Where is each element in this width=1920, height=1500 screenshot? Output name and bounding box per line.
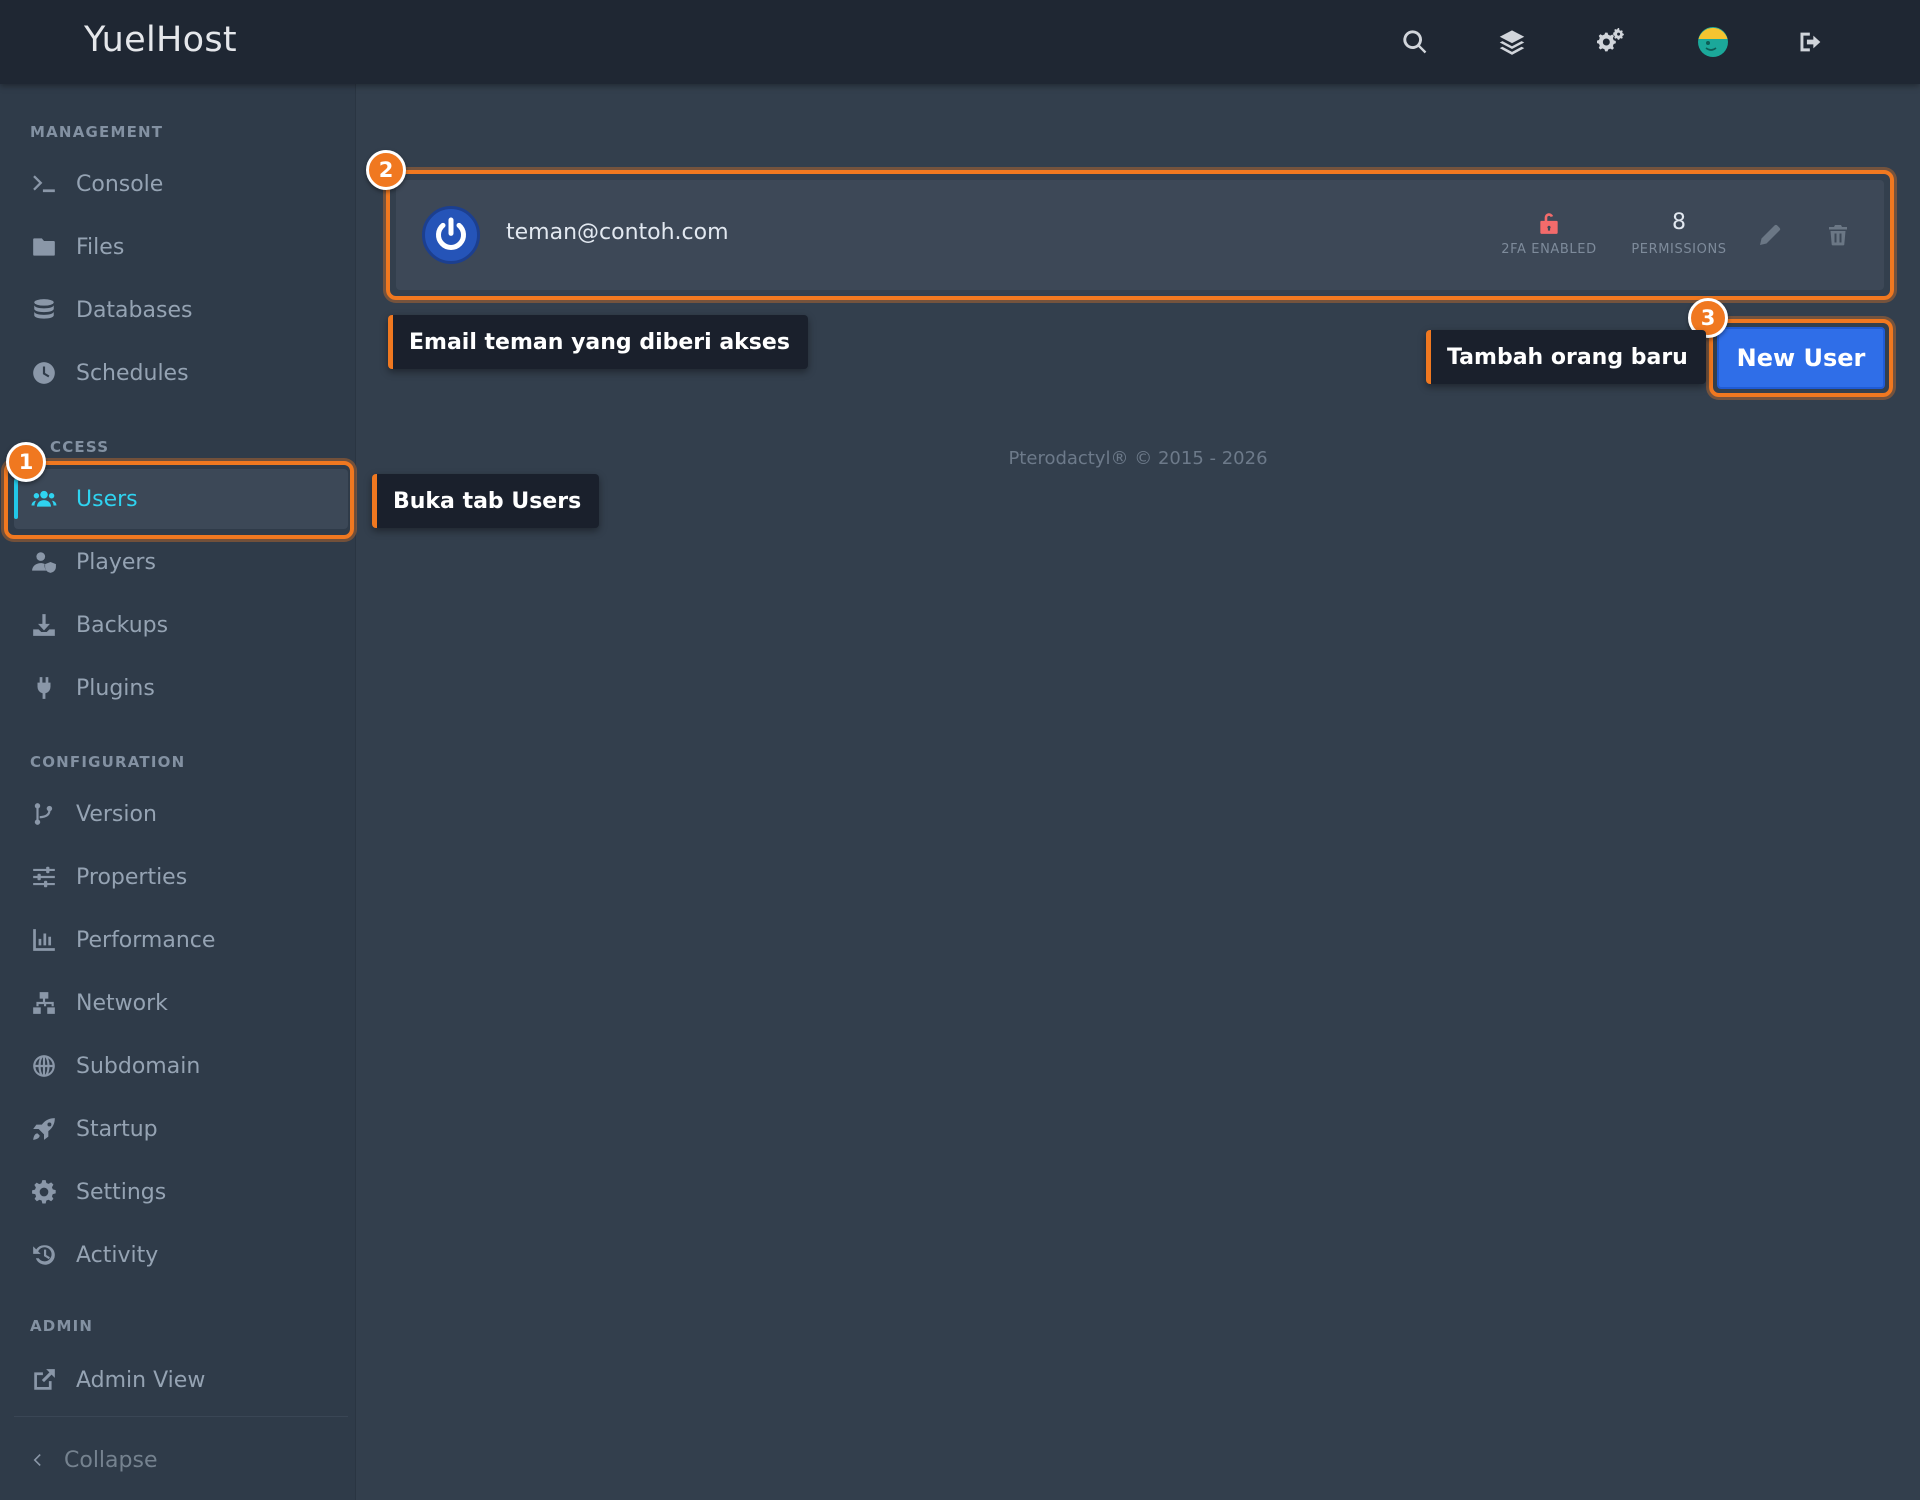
globe-icon xyxy=(30,1052,58,1080)
top-bar: YuelHost xyxy=(0,0,1920,84)
sidebar-item-backups[interactable]: Backups xyxy=(14,595,348,655)
tooltip-step-3: Tambah orang baru xyxy=(1426,330,1706,384)
power-icon xyxy=(436,217,466,250)
sidebar-item-players[interactable]: Players xyxy=(14,532,348,592)
permissions-stat: 8 PERMISSIONS xyxy=(1619,210,1739,257)
sidebar-item-files[interactable]: Files xyxy=(14,217,348,277)
sidebar-item-label: Settings xyxy=(76,1179,167,1205)
sidebar-item-subdomain[interactable]: Subdomain xyxy=(14,1036,348,1096)
sidebar-item-label: Players xyxy=(76,549,156,575)
sidebar-item-label: Activity xyxy=(76,1242,159,1268)
sidebar-item-network[interactable]: Network xyxy=(14,973,348,1033)
sidebar-item-label: Schedules xyxy=(76,360,189,386)
tooltip-step-2: Email teman yang diberi akses xyxy=(388,315,808,369)
sidebar-item-label: Databases xyxy=(76,297,193,323)
sidebar-item-label: Files xyxy=(76,234,125,260)
pencil-icon xyxy=(1760,224,1781,245)
sidebar-item-label: Plugins xyxy=(76,675,155,701)
network-icon xyxy=(30,989,58,1017)
sidebar-item-version[interactable]: Version xyxy=(14,784,348,844)
sidebar-item-label: Properties xyxy=(76,864,188,890)
step-badge-2: 2 xyxy=(366,150,406,190)
sidebar-item-label: Users xyxy=(76,486,138,512)
download-icon xyxy=(30,611,58,639)
section-management: MANAGEMENT xyxy=(30,123,164,141)
gear-icon xyxy=(30,1178,58,1206)
sidebar-item-settings[interactable]: Settings xyxy=(14,1162,348,1222)
history-icon xyxy=(30,1241,58,1269)
clock-icon xyxy=(30,359,58,387)
terminal-icon xyxy=(30,170,58,198)
sidebar-item-label: Version xyxy=(76,801,157,827)
sidebar-item-label: Backups xyxy=(76,612,169,638)
branch-icon xyxy=(30,800,58,828)
search-icon[interactable] xyxy=(1397,24,1433,60)
sliders-icon xyxy=(30,863,58,891)
sidebar-item-label: Performance xyxy=(76,927,216,953)
collapse-label: Collapse xyxy=(64,1447,158,1473)
footer-copyright: Pterodactyl® © 2015 - 2026 xyxy=(1008,448,1268,469)
sidebar-item-label: Subdomain xyxy=(76,1053,201,1079)
twofa-label: 2FA ENABLED xyxy=(1501,242,1597,257)
sidebar-collapse-button[interactable]: Collapse xyxy=(14,1430,348,1490)
sidebar-item-label: Network xyxy=(76,990,168,1016)
subuser-row[interactable]: teman@contoh.com 2FA ENABLED 8 PERMISSIO… xyxy=(396,180,1884,290)
plug-icon xyxy=(30,674,58,702)
delete-user-button[interactable] xyxy=(1821,218,1855,252)
sidebar-item-console[interactable]: Console xyxy=(14,154,348,214)
permissions-count: 8 xyxy=(1672,210,1686,235)
section-admin: ADMIN xyxy=(30,1317,94,1335)
sidebar-item-label: Console xyxy=(76,171,164,197)
permissions-label: PERMISSIONS xyxy=(1631,242,1727,257)
users-icon xyxy=(30,485,58,513)
step-badge-1: 1 xyxy=(6,442,46,482)
sidebar-item-label: Admin View xyxy=(76,1367,206,1393)
twofa-status: 2FA ENABLED xyxy=(1494,210,1604,257)
user-email: teman@contoh.com xyxy=(506,220,729,245)
folder-icon xyxy=(30,233,58,261)
brand-title[interactable]: YuelHost xyxy=(84,20,237,60)
sidebar-item-label: Startup xyxy=(76,1116,158,1142)
sidebar-item-properties[interactable]: Properties xyxy=(14,847,348,907)
user-avatar-icon[interactable] xyxy=(1695,24,1731,60)
layers-icon[interactable] xyxy=(1494,24,1530,60)
sidebar-item-databases[interactable]: Databases xyxy=(14,280,348,340)
sidebar-divider xyxy=(14,1416,348,1417)
sidebar-item-activity[interactable]: Activity xyxy=(14,1225,348,1285)
tooltip-step-1: Buka tab Users xyxy=(372,474,600,528)
unlock-icon xyxy=(1494,210,1604,238)
section-configuration: CONFIGURATION xyxy=(30,753,186,771)
chart-bar-icon xyxy=(30,926,58,954)
sidebar-item-startup[interactable]: Startup xyxy=(14,1099,348,1159)
external-link-icon xyxy=(30,1366,58,1394)
sidebar-item-schedules[interactable]: Schedules xyxy=(14,343,348,403)
trash-icon xyxy=(1829,225,1847,246)
sidebar-item-users[interactable]: Users xyxy=(14,469,348,529)
footer: Pterodactyl® © 2015 - 2026 xyxy=(0,448,1920,469)
sidebar: MANAGEMENT Console Files Databases Sched… xyxy=(0,84,356,1500)
sign-out-icon[interactable] xyxy=(1793,24,1829,60)
sidebar-item-plugins[interactable]: Plugins xyxy=(14,658,348,718)
new-user-button[interactable]: New User xyxy=(1717,327,1885,389)
database-icon xyxy=(30,296,58,324)
user-shield-icon xyxy=(30,548,58,576)
sidebar-item-performance[interactable]: Performance xyxy=(14,910,348,970)
rocket-icon xyxy=(30,1115,58,1143)
user-avatar xyxy=(422,206,480,264)
cogs-icon[interactable] xyxy=(1593,24,1629,60)
chevron-left-icon xyxy=(28,1446,46,1474)
sidebar-item-admin-view[interactable]: Admin View xyxy=(14,1350,348,1410)
edit-user-button[interactable] xyxy=(1753,218,1787,252)
